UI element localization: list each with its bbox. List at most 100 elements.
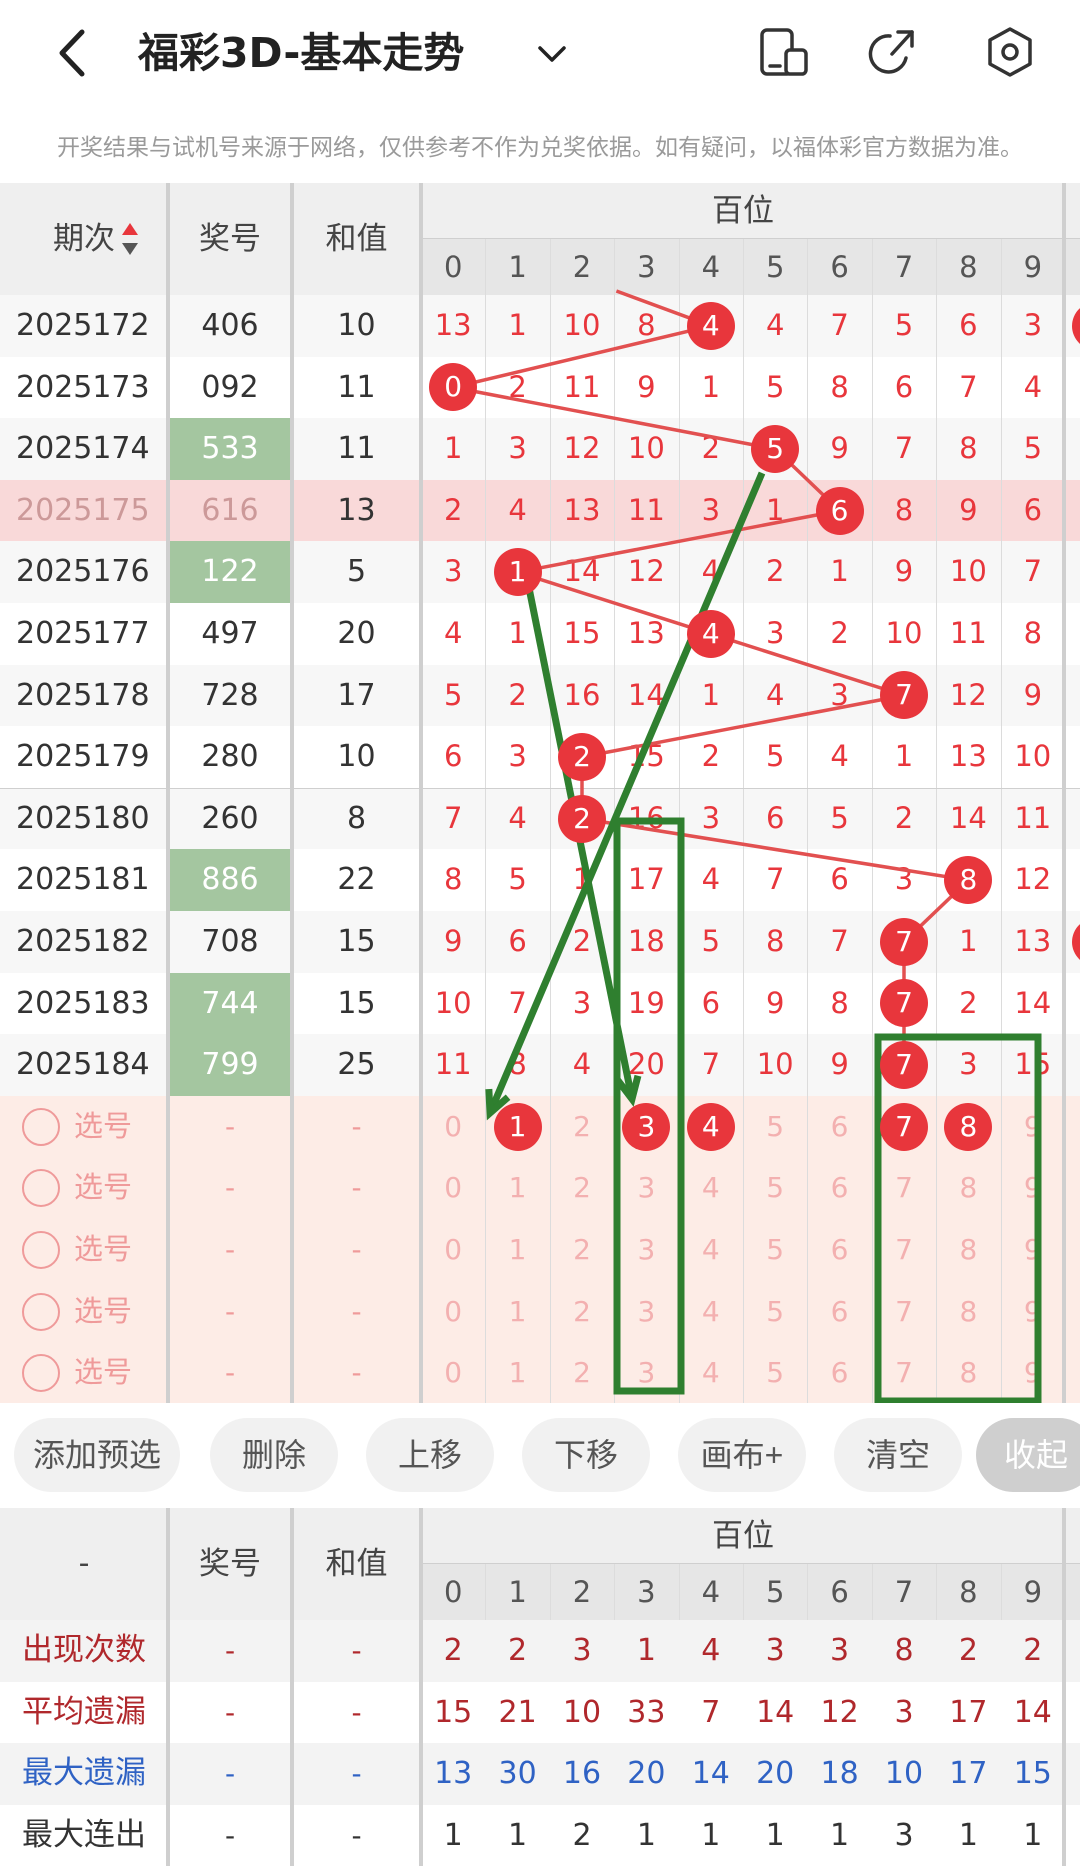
clear-button[interactable]: 清空 bbox=[834, 1418, 962, 1492]
pick-digit[interactable]: 6 bbox=[807, 1342, 871, 1403]
pick-digit[interactable]: 4 bbox=[679, 1219, 743, 1281]
pick-digit[interactable]: 9 bbox=[1001, 1157, 1065, 1219]
hit-ball[interactable]: 7 bbox=[880, 917, 928, 966]
canvas-plus-button[interactable]: 画布+ bbox=[678, 1418, 806, 1492]
back-arrow-icon[interactable] bbox=[40, 18, 110, 88]
pick-digit[interactable]: 8 bbox=[936, 1342, 1000, 1403]
pick-digit[interactable]: 7 bbox=[872, 1342, 936, 1403]
miss-count-cell: 8 bbox=[830, 369, 849, 404]
hit-ball[interactable]: 5 bbox=[751, 425, 800, 473]
hit-ball[interactable]: 4 bbox=[686, 301, 735, 350]
pick-digit[interactable]: 0 bbox=[421, 1281, 485, 1343]
pick-digit[interactable]: 5 bbox=[743, 1219, 807, 1281]
pick-digit[interactable]: 1 bbox=[485, 1281, 549, 1343]
pick-ball[interactable]: 8 bbox=[944, 1102, 993, 1151]
miss-count-cell: 15 bbox=[627, 739, 665, 774]
pick-digit[interactable]: 3 bbox=[614, 1342, 678, 1403]
pick-digit[interactable]: 5 bbox=[743, 1157, 807, 1219]
move-up-button[interactable]: 上移 bbox=[366, 1418, 494, 1492]
pick-digit[interactable]: 9 bbox=[1001, 1281, 1065, 1343]
pick-digit[interactable]: 0 bbox=[421, 1157, 485, 1219]
digit-header: 6 bbox=[830, 250, 849, 284]
settings-icon[interactable] bbox=[982, 24, 1038, 80]
pick-digit[interactable]: 9 bbox=[1001, 1219, 1065, 1281]
grid-line bbox=[485, 1564, 487, 1620]
pick-digit[interactable]: 4 bbox=[679, 1342, 743, 1403]
pick-digit[interactable]: 5 bbox=[743, 1281, 807, 1343]
pick-digit[interactable]: 2 bbox=[550, 1157, 614, 1219]
stats-number: - bbox=[224, 1695, 236, 1729]
pick-digit[interactable]: 3 bbox=[614, 1219, 678, 1281]
move-down-button[interactable]: 下移 bbox=[522, 1418, 650, 1492]
miss-count-cell: 19 bbox=[627, 985, 665, 1020]
pick-digit[interactable]: 2 bbox=[550, 1281, 614, 1343]
add-preselect-button[interactable]: 添加预选 bbox=[14, 1418, 180, 1492]
radio-icon[interactable] bbox=[22, 1107, 60, 1146]
pick-digit[interactable]: 7 bbox=[872, 1281, 936, 1343]
hit-ball[interactable]: 4 bbox=[686, 609, 735, 658]
grid-divider bbox=[290, 1508, 294, 1867]
pick-ball[interactable]: 1 bbox=[493, 1102, 542, 1151]
number-cell: 708 bbox=[201, 924, 259, 959]
number-cell: 406 bbox=[201, 308, 259, 343]
pick-sum: - bbox=[351, 1233, 362, 1266]
miss-count-cell: 15 bbox=[563, 616, 601, 650]
pick-digit[interactable]: 4 bbox=[679, 1157, 743, 1219]
pick-digit[interactable]: 5 bbox=[743, 1342, 807, 1403]
miss-count-cell: 2 bbox=[959, 985, 978, 1020]
radio-icon[interactable] bbox=[22, 1231, 60, 1269]
delete-button[interactable]: 删除 bbox=[210, 1418, 338, 1492]
collapse-button[interactable]: 收起 bbox=[976, 1418, 1080, 1492]
hit-ball[interactable]: 7 bbox=[880, 1041, 928, 1089]
digit-header: 5 bbox=[765, 1575, 785, 1609]
miss-count-cell: 8 bbox=[1023, 616, 1043, 650]
pick-digit[interactable]: 3 bbox=[614, 1281, 678, 1343]
pick-digit[interactable]: 2 bbox=[550, 1096, 614, 1158]
number-cell: 744 bbox=[170, 972, 290, 1035]
share-icon[interactable] bbox=[866, 24, 922, 80]
pick-ball[interactable]: 3 bbox=[622, 1102, 671, 1151]
pick-ball[interactable]: 7 bbox=[880, 1102, 928, 1151]
pick-digit[interactable]: 9 bbox=[1001, 1096, 1065, 1158]
pick-digit[interactable]: 3 bbox=[614, 1157, 678, 1219]
radio-icon[interactable] bbox=[22, 1292, 60, 1331]
hit-ball[interactable]: 6 bbox=[815, 486, 864, 535]
grid-line bbox=[1000, 239, 1002, 1403]
pick-digit[interactable]: 8 bbox=[936, 1219, 1000, 1281]
hit-ball[interactable]: 2 bbox=[558, 733, 606, 781]
pick-digit[interactable]: 0 bbox=[421, 1096, 485, 1158]
phone-layout-icon[interactable] bbox=[756, 24, 812, 80]
pick-digit[interactable]: 8 bbox=[936, 1157, 1000, 1219]
pick-digit[interactable]: 6 bbox=[807, 1281, 871, 1343]
pick-digit[interactable]: 4 bbox=[679, 1281, 743, 1343]
hit-ball[interactable]: 2 bbox=[558, 794, 606, 843]
pick-digit[interactable]: 1 bbox=[485, 1219, 549, 1281]
grid-line bbox=[936, 1564, 938, 1620]
stats-value: 18 bbox=[820, 1756, 859, 1792]
pick-digit[interactable]: 1 bbox=[485, 1342, 549, 1403]
pick-digit[interactable]: 8 bbox=[936, 1281, 1000, 1343]
digit-header: 0 bbox=[443, 1575, 463, 1609]
pick-digit[interactable]: 6 bbox=[807, 1157, 871, 1219]
pick-digit[interactable]: 1 bbox=[485, 1157, 549, 1219]
pick-digit[interactable]: 6 bbox=[807, 1219, 871, 1281]
sort-arrows-icon[interactable] bbox=[120, 219, 140, 259]
col-header-period[interactable]: 期次 bbox=[0, 183, 168, 295]
pick-digit[interactable]: 6 bbox=[807, 1096, 871, 1158]
pick-digit[interactable]: 0 bbox=[421, 1342, 485, 1403]
pick-digit[interactable]: 0 bbox=[421, 1219, 485, 1281]
pick-digit[interactable]: 5 bbox=[743, 1096, 807, 1158]
pick-digit[interactable]: 7 bbox=[872, 1219, 936, 1281]
miss-count-cell: 16 bbox=[627, 800, 665, 835]
miss-count-cell: 1 bbox=[701, 677, 721, 712]
hit-ball[interactable]: 1 bbox=[493, 548, 542, 597]
page-title[interactable]: 福彩3D-基本走势 bbox=[138, 18, 464, 88]
digit-header: 0 bbox=[443, 250, 463, 284]
pick-digit[interactable]: 7 bbox=[872, 1157, 936, 1219]
chevron-down-icon[interactable] bbox=[532, 34, 572, 74]
pick-digit[interactable]: 2 bbox=[550, 1219, 614, 1281]
pick-ball[interactable]: 4 bbox=[686, 1102, 735, 1151]
radio-icon[interactable] bbox=[22, 1354, 60, 1393]
pick-digit[interactable]: 2 bbox=[550, 1342, 614, 1403]
pick-digit[interactable]: 9 bbox=[1001, 1342, 1065, 1403]
